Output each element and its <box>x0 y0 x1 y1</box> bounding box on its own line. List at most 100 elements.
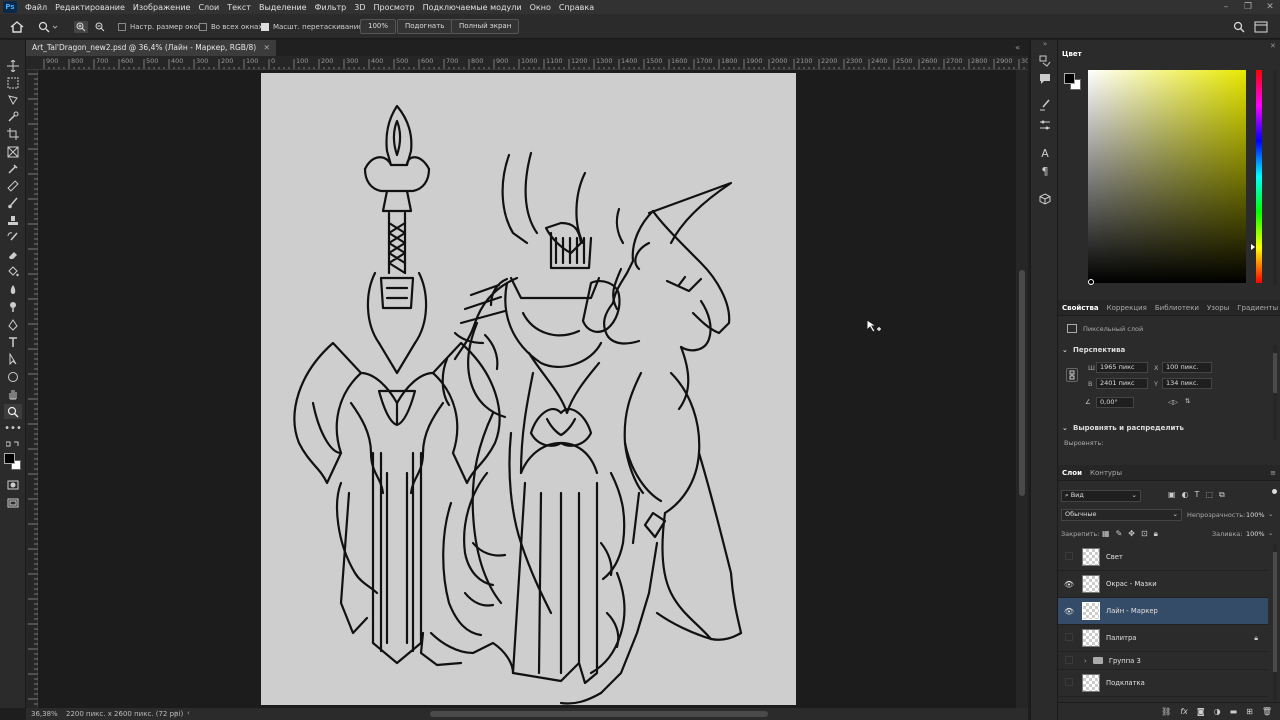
zoom-100-button[interactable]: 100% <box>360 19 397 34</box>
filter-type-icon[interactable]: T <box>1195 490 1200 500</box>
paint-bucket-tool-icon[interactable] <box>4 264 22 279</box>
height-field[interactable]: 2401 пикс <box>1096 378 1148 389</box>
photoshop-logo[interactable]: Ps <box>3 1 17 13</box>
align-section-title[interactable]: Выровнять и распределить <box>1073 424 1184 432</box>
scroll-left-icon[interactable]: ‹ <box>187 709 190 717</box>
color-picker-field[interactable] <box>1088 70 1246 283</box>
search-icon[interactable] <box>1233 19 1245 34</box>
link-dimensions-icon[interactable] <box>1066 368 1078 382</box>
eyedropper-tool-icon[interactable] <box>4 161 22 176</box>
chevron-down-icon[interactable]: ⌄ <box>1268 529 1273 537</box>
paragraph-panel-icon[interactable]: ¶ <box>1036 164 1054 178</box>
new-group-icon[interactable]: ▬ <box>1230 707 1238 716</box>
visibility-eye-icon[interactable]: 👁︎ <box>1058 607 1080 616</box>
collapse-panel-icon[interactable]: « <box>1015 40 1020 56</box>
scrubby-zoom-checkbox[interactable]: Масшт. перетаскиванием <box>261 19 368 34</box>
ellipse-tool-icon[interactable] <box>4 369 22 384</box>
foreground-color-swatch[interactable] <box>4 453 15 464</box>
character-panel-icon[interactable]: A <box>1036 146 1054 160</box>
fullscreen-button[interactable]: Полный экран <box>451 19 520 34</box>
color-picker-handle[interactable] <box>1088 279 1094 285</box>
hue-slider-handle[interactable] <box>1251 244 1255 250</box>
clone-stamp-tool-icon[interactable] <box>4 213 22 228</box>
status-menu-arrow-icon[interactable]: › <box>175 709 178 717</box>
visibility-off-icon[interactable] <box>1058 633 1080 643</box>
frame-tool-icon[interactable] <box>4 144 22 159</box>
dodge-tool-icon[interactable] <box>4 299 22 314</box>
color-panel-scroll[interactable] <box>1273 70 1277 285</box>
path-selection-tool-icon[interactable] <box>4 351 22 366</box>
type-tool-icon[interactable] <box>4 334 22 349</box>
properties-scroll[interactable] <box>1273 345 1277 440</box>
delete-layer-icon[interactable]: 🗑︎ <box>1262 707 1272 716</box>
move-tool-icon[interactable] <box>4 58 22 73</box>
menu-select[interactable]: Выделение <box>255 3 311 12</box>
3d-panel-icon[interactable] <box>1036 192 1054 206</box>
lock-position-icon[interactable]: ✥ <box>1128 529 1135 539</box>
document-tab[interactable]: Art_Tal'Dragon_new2.psd @ 36,4% (Лайн - … <box>26 40 276 56</box>
filter-smart-object-icon[interactable]: ⧉ <box>1219 490 1225 500</box>
lock-pixels-icon[interactable]: ✎ <box>1116 529 1123 539</box>
zoom-out-icon[interactable] <box>93 19 107 34</box>
hand-tool-icon[interactable] <box>4 386 22 401</box>
brush-settings-icon[interactable] <box>1036 98 1054 112</box>
blur-tool-icon[interactable] <box>4 282 22 297</box>
transform-section-title[interactable]: Перспектива <box>1073 346 1125 354</box>
filter-toggle-icon[interactable] <box>1272 489 1277 494</box>
menu-window[interactable]: Окно <box>526 3 555 12</box>
chevron-right-icon[interactable]: › <box>1084 657 1087 665</box>
layer-row[interactable]: 👁︎ Окрас - Мазки <box>1058 571 1268 598</box>
minimize-icon[interactable]: – <box>1216 0 1236 14</box>
menu-type[interactable]: Текст <box>223 3 255 12</box>
swap-colors-icon[interactable] <box>4 440 22 450</box>
flip-horizontal-icon[interactable]: ◁▷ <box>1168 398 1178 406</box>
checkbox-checked-icon[interactable] <box>261 22 269 31</box>
vertical-scrollbar[interactable] <box>1016 70 1028 708</box>
menu-plugins[interactable]: Подключаемые модули <box>419 3 526 12</box>
resize-windows-checkbox[interactable]: Настр. размер окон <box>118 19 202 34</box>
screen-mode-icon[interactable] <box>4 495 22 510</box>
layer-row[interactable]: Палитра 🔒︎ <box>1058 625 1268 652</box>
layer-row[interactable]: 👁︎ Лайн - Маркер <box>1058 598 1268 625</box>
layer-mask-icon[interactable]: ◙ <box>1197 707 1205 716</box>
zoom-in-icon[interactable] <box>74 19 88 34</box>
flip-vertical-icon[interactable]: ⇅ <box>1185 397 1190 405</box>
document-canvas[interactable] <box>261 73 796 705</box>
tab-color[interactable]: Цвет <box>1058 50 1086 58</box>
home-icon[interactable] <box>10 19 24 34</box>
tab-gradients[interactable]: Градиенты <box>1233 304 1280 312</box>
fill-value[interactable]: 100% <box>1246 530 1265 538</box>
history-brush-tool-icon[interactable] <box>4 230 22 245</box>
align-section-chevron-icon[interactable]: ⌄ <box>1062 424 1068 432</box>
checkbox-icon[interactable] <box>118 22 126 31</box>
menu-file[interactable]: Файл <box>21 3 51 12</box>
workspace-icon[interactable] <box>1254 19 1268 34</box>
menu-help[interactable]: Справка <box>555 3 598 12</box>
vertical-scroll-thumb[interactable] <box>1019 270 1025 496</box>
crop-tool-icon[interactable] <box>4 126 22 141</box>
visibility-off-icon[interactable] <box>1058 552 1080 562</box>
menu-edit[interactable]: Редактирование <box>51 3 129 12</box>
tab-properties[interactable]: Свойства <box>1058 304 1103 312</box>
menu-layers[interactable]: Слои <box>194 3 223 12</box>
tab-patterns[interactable]: Узоры <box>1203 304 1233 312</box>
adjustment-layer-icon[interactable]: ◑ <box>1214 707 1221 716</box>
transform-section-chevron-icon[interactable]: ⌄ <box>1062 346 1068 354</box>
close-icon[interactable]: ✕ <box>1260 0 1280 14</box>
tab-libraries[interactable]: Библиотеки <box>1151 304 1203 312</box>
filter-shape-icon[interactable]: ⬚ <box>1205 490 1213 500</box>
menu-view[interactable]: Просмотр <box>370 3 419 12</box>
color-swatches[interactable] <box>3 452 23 472</box>
tab-adjustments[interactable]: Коррекция <box>1103 304 1151 312</box>
layers-scroll[interactable] <box>1273 544 1277 700</box>
brush-tool-icon[interactable] <box>4 195 22 210</box>
y-field[interactable]: 134 пикс. <box>1162 378 1212 389</box>
opacity-value[interactable]: 100% <box>1246 511 1265 519</box>
zoom-tool-icon[interactable] <box>38 19 58 34</box>
eraser-tool-icon[interactable] <box>4 247 22 262</box>
layer-filter-select[interactable]: ⌕ Вид ⌄ <box>1061 490 1141 502</box>
filter-adjustment-icon[interactable]: ◐ <box>1182 490 1189 500</box>
canvas-area[interactable] <box>38 70 1016 708</box>
history-panel-icon[interactable] <box>1036 54 1054 68</box>
width-field[interactable]: 1965 пикс <box>1096 362 1148 373</box>
